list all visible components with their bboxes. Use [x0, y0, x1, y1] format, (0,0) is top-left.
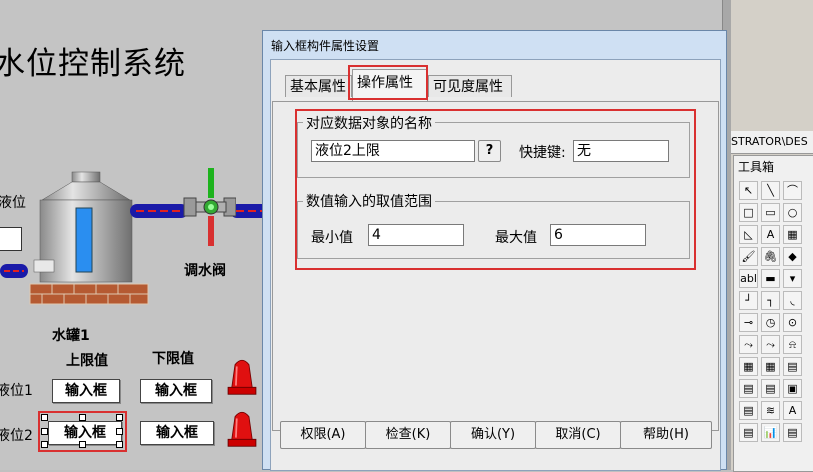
tool-bars-icon[interactable]: 📊 — [761, 423, 780, 442]
tool-window-icon[interactable]: ▤ — [761, 379, 780, 398]
highlight-operation-settings — [295, 109, 696, 270]
tool-pipe-icon[interactable]: 🖇 — [761, 247, 780, 266]
upper-limit-input-1[interactable]: 输入框 — [52, 379, 120, 403]
tool-chart-2-icon[interactable]: ⤳ — [761, 335, 780, 354]
confirm-button[interactable]: 确认(Y) — [450, 421, 536, 449]
tool-ellipse-icon[interactable]: ○ — [783, 203, 802, 222]
valve-label: 调水阀 — [184, 263, 226, 279]
tool-table-icon[interactable]: ▦ — [739, 357, 758, 376]
tool-rounded-rect-icon[interactable]: ▭ — [761, 203, 780, 222]
tool-arc-icon[interactable]: ⌒ — [783, 181, 802, 200]
highlight-selected-input — [38, 411, 127, 452]
tank-level-bar — [75, 207, 93, 273]
tool-button-icon[interactable]: ▬ — [761, 269, 780, 288]
tool-line-2-icon[interactable]: ┘ — [739, 291, 758, 310]
row2-label: 液位2 — [0, 428, 33, 444]
tool-flow-icon[interactable]: ⊙ — [783, 313, 802, 332]
tab-visibility-properties[interactable]: 可见度属性 — [428, 75, 512, 97]
tool-trend-icon[interactable]: ▤ — [739, 401, 758, 420]
tool-compose-icon[interactable]: A — [783, 401, 802, 420]
tool-knob-icon[interactable]: ⊸ — [739, 313, 758, 332]
dialog-title: 输入框构件属性设置 — [271, 39, 380, 53]
toolbox-title: 工具箱 — [738, 160, 775, 174]
page-title: 水位控制系统 — [0, 46, 186, 82]
row1-label: 液位1 — [0, 383, 33, 399]
property-dialog: 输入框构件属性设置 基本属性 操作属性 可见度属性 对应数据对象的名称 液位2上… — [262, 30, 727, 471]
tool-record-icon[interactable]: ▣ — [783, 379, 802, 398]
alarm-lamp-1[interactable] — [224, 356, 260, 396]
tool-multi-icon[interactable]: ▤ — [739, 423, 758, 442]
tool-text-icon[interactable]: A — [761, 225, 780, 244]
alarm-lamp-2[interactable] — [224, 408, 260, 448]
workspace-path: STRATOR\DES — [731, 131, 813, 154]
level-label: 液位 — [0, 195, 26, 211]
tool-pointer-icon[interactable]: ↖ — [739, 181, 758, 200]
tool-fill-icon[interactable]: ◆ — [783, 247, 802, 266]
tool-label-icon[interactable]: abl — [739, 269, 758, 288]
tool-image-icon[interactable]: ▦ — [783, 225, 802, 244]
lower-limit-input-2[interactable]: 输入框 — [140, 421, 214, 445]
tool-dropdown-icon[interactable]: ▾ — [783, 269, 802, 288]
water-tank[interactable] — [28, 170, 158, 320]
tank-label: 水罐1 — [52, 328, 90, 344]
tool-table-3-icon[interactable]: ▤ — [783, 357, 802, 376]
tool-connector-icon[interactable]: ┐ — [761, 291, 780, 310]
toolbox-window: 工具箱 ↖ ╲ ⌒ □ ▭ ○ ◺ A ▦ 🖌 🖇 ◆ abl ▬ ▾ ┘ ┐ ◟ ⊸ ◷ ⊙ ⤳ ⤳ ⍾ ▦ ▦ ▤ ▤ ▤ ▣ ▤ ≋ A ▤… — [733, 155, 813, 472]
inlet-pipe — [0, 264, 28, 278]
control-valve[interactable] — [182, 166, 236, 250]
tool-trend-2-icon[interactable]: ≋ — [761, 401, 780, 420]
help-button[interactable]: 帮助(H) — [620, 421, 712, 449]
tool-report-icon[interactable]: ▤ — [739, 379, 758, 398]
highlight-active-tab — [348, 65, 428, 100]
lower-limit-input-1[interactable]: 输入框 — [140, 379, 212, 403]
tool-misc-icon[interactable]: ▤ — [783, 423, 802, 442]
permission-button[interactable]: 权限(A) — [280, 421, 366, 449]
tool-polygon-icon[interactable]: ◺ — [739, 225, 758, 244]
tool-alarm-icon[interactable]: ⍾ — [783, 335, 802, 354]
tool-bitmap-icon[interactable]: 🖌 — [739, 247, 758, 266]
tool-dial-icon[interactable]: ◷ — [761, 313, 780, 332]
tab-basic-properties[interactable]: 基本属性 — [285, 75, 352, 97]
check-button[interactable]: 检查(K) — [365, 421, 451, 449]
tool-chart-icon[interactable]: ⤳ — [739, 335, 758, 354]
tool-line-icon[interactable]: ╲ — [761, 181, 780, 200]
upper-limit-header: 上限值 — [66, 353, 108, 369]
outlet-pipe — [130, 204, 188, 218]
tool-rotate-icon[interactable]: ◟ — [783, 291, 802, 310]
tool-table-2-icon[interactable]: ▦ — [761, 357, 780, 376]
cancel-button[interactable]: 取消(C) — [535, 421, 621, 449]
lower-limit-header: 下限值 — [152, 351, 194, 367]
level-input-field[interactable] — [0, 227, 22, 251]
tool-rectangle-icon[interactable]: □ — [739, 203, 758, 222]
